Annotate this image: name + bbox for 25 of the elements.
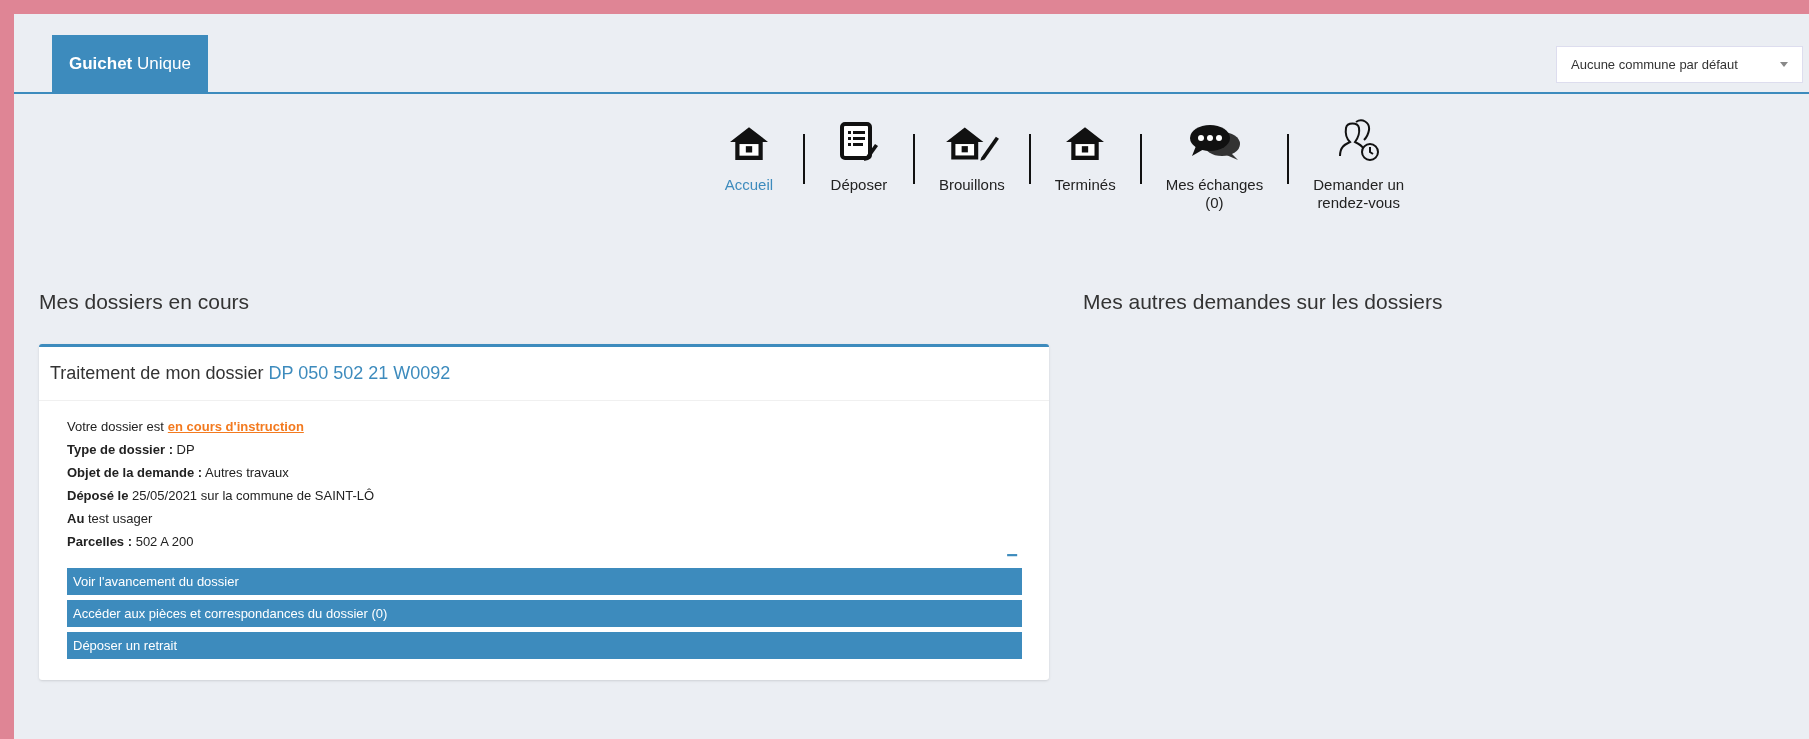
nav-item[interactable]: Terminés bbox=[1054, 116, 1116, 194]
detail-line: Parcelles : 502 A 200 bbox=[67, 532, 195, 551]
detail-line: Objet de la demande : Autres travaux bbox=[67, 463, 290, 482]
detail-line: Déposé le 25/05/2021 sur la commune de SAINT-LÔ bbox=[67, 486, 376, 505]
dossier-reference-link[interactable]: DP 050 502 21 W0092 bbox=[268, 362, 451, 383]
collapse-button[interactable]: − bbox=[1006, 546, 1018, 563]
detail-line: Au test usager bbox=[67, 509, 154, 528]
action-button[interactable]: Voir l'avancement du dossier bbox=[67, 567, 1022, 595]
section-heading: Mes autres demandes sur les dossiers bbox=[1083, 289, 1443, 315]
detail-line: Type de dossier : DP bbox=[67, 440, 196, 459]
app-tab[interactable]: Guichet Unique bbox=[52, 35, 208, 92]
nav-item[interactable]: Mes échanges (0) bbox=[1165, 116, 1264, 212]
caret-icon bbox=[1780, 62, 1788, 67]
nav-item[interactable]: Accueil bbox=[718, 116, 779, 194]
nav-item[interactable]: Déposer bbox=[828, 116, 889, 194]
nav-item[interactable]: Brouillons bbox=[938, 116, 1005, 194]
action-button[interactable]: Déposer un retrait bbox=[67, 631, 1022, 659]
status-link[interactable]: en cours d'instruction bbox=[167, 414, 304, 438]
card-title: Traitement de mon dossier bbox=[50, 362, 264, 383]
document-pencil-icon bbox=[838, 122, 879, 162]
action-button[interactable]: Accéder aux pièces et correspondances du dossier (0) bbox=[67, 599, 1022, 627]
commune-dropdown[interactable]: Aucune commune par défaut bbox=[1556, 46, 1803, 83]
status-text: Votre dossier est bbox=[67, 417, 164, 436]
section-heading: Mes dossiers en cours bbox=[39, 289, 251, 315]
nav-item[interactable]: Demander un rendez-vous bbox=[1313, 116, 1405, 212]
